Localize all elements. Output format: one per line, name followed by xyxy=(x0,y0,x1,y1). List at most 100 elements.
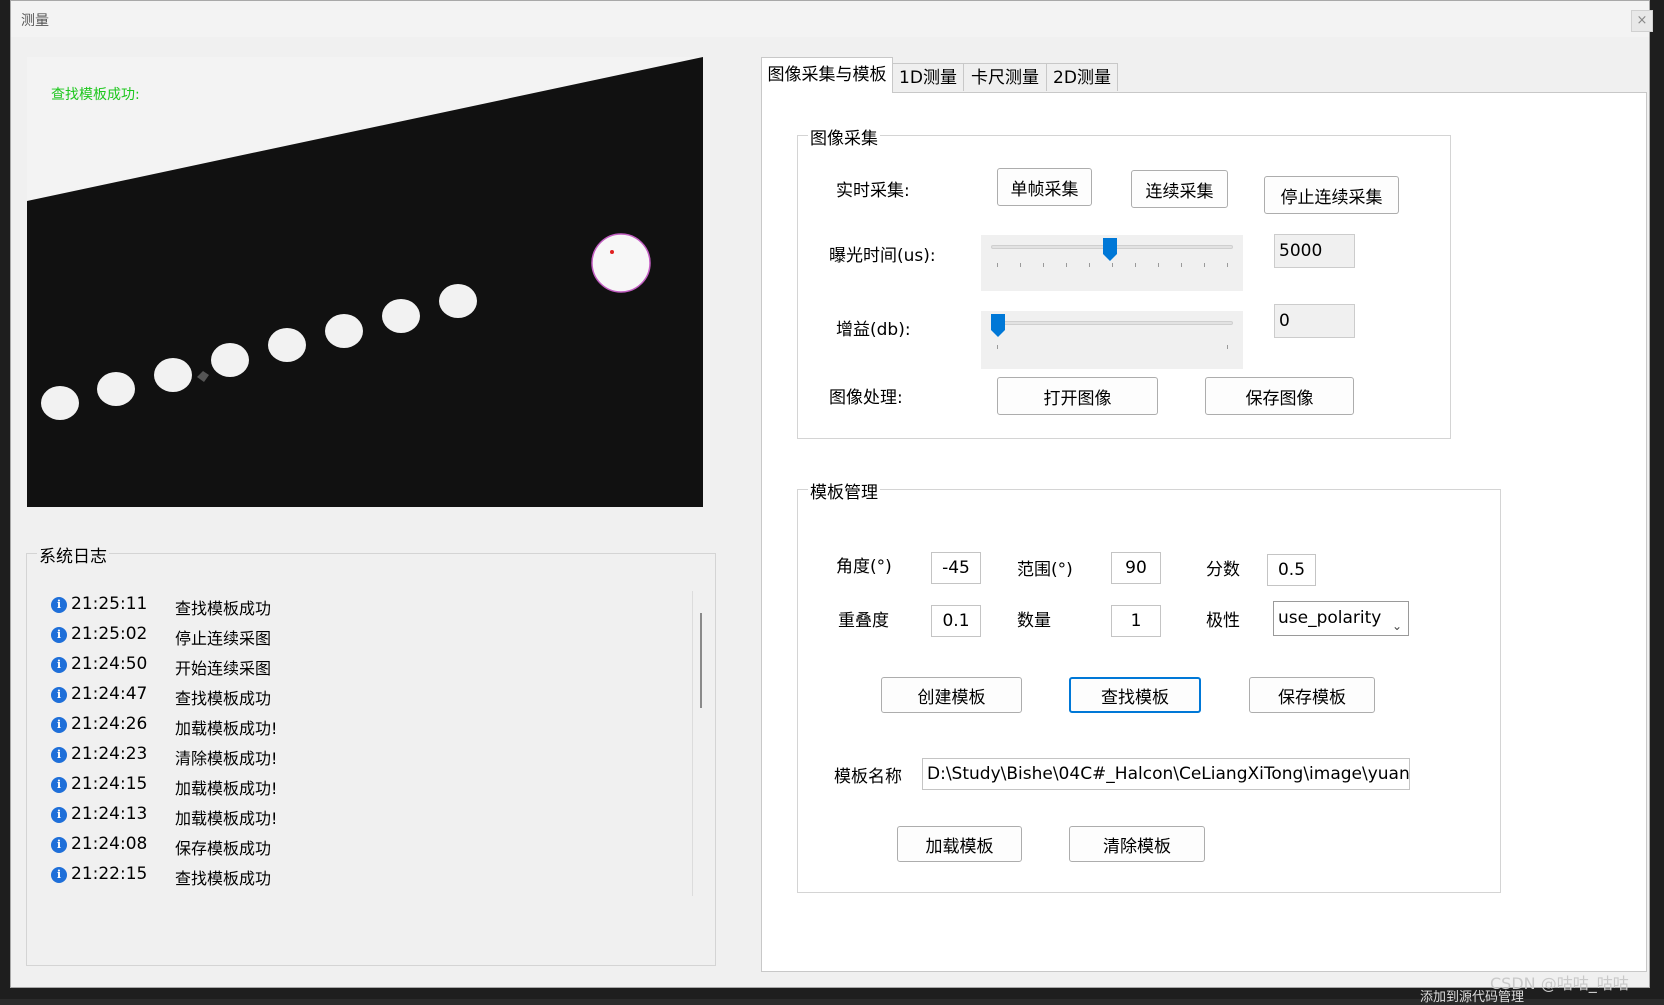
log-scrollbar-thumb[interactable] xyxy=(700,613,702,708)
log-entry-time: 21:24:15 xyxy=(71,774,148,794)
score-field[interactable]: 0.5 xyxy=(1267,554,1316,586)
log-entry-message: 查找模板成功 xyxy=(175,689,272,708)
polarity-label: 极性 xyxy=(1206,611,1240,631)
log-entry[interactable]: i 21:24:23 清除模板成功! xyxy=(51,744,651,774)
tab-2d-measure[interactable]: 2D测量 xyxy=(1046,63,1118,91)
continuous-capture-button[interactable]: 连续采集 xyxy=(1131,170,1228,208)
background-right-edge xyxy=(1648,0,1664,999)
info-icon: i xyxy=(51,627,67,643)
log-entry-time: 21:22:15 xyxy=(71,864,148,884)
match-center-point xyxy=(610,250,614,254)
log-entry-time: 21:25:11 xyxy=(71,594,148,614)
info-icon: i xyxy=(51,687,67,703)
angle-label: 角度(°) xyxy=(836,557,892,577)
log-entry-message: 清除模板成功! xyxy=(175,749,278,768)
measurement-window: 测量 × 查找模板成功: 系统日志 i 21:25:11 查找模板成功 i 21… xyxy=(10,0,1653,988)
count-field[interactable]: 1 xyxy=(1111,605,1161,637)
clear-template-button[interactable]: 清除模板 xyxy=(1069,826,1205,862)
matched-template-circle xyxy=(591,233,651,293)
log-entry[interactable]: i 21:25:11 查找模板成功 xyxy=(51,594,651,624)
system-log-title: 系统日志 xyxy=(37,542,109,567)
log-entry[interactable]: i 21:22:15 查找模板成功 xyxy=(51,864,651,894)
tab-panel-acquisition-template: 图像采集 实时采集: 单帧采集 连续采集 停止连续采集 曝光时间(us): 50… xyxy=(761,92,1647,972)
image-viewer[interactable]: 查找模板成功: xyxy=(27,57,703,507)
log-entry-message: 停止连续采图 xyxy=(175,629,272,648)
template-group-title: 模板管理 xyxy=(808,478,880,503)
exposure-label: 曝光时间(us): xyxy=(829,246,936,266)
tab-caliper-measure[interactable]: 卡尺测量 xyxy=(963,63,1047,91)
log-entry[interactable]: i 21:24:50 开始连续采图 xyxy=(51,654,651,684)
log-entry-time: 21:24:13 xyxy=(71,804,148,824)
info-icon: i xyxy=(51,717,67,733)
image-processing-label: 图像处理: xyxy=(829,388,903,408)
window-title: 测量 xyxy=(21,13,49,29)
exposure-slider[interactable] xyxy=(981,235,1243,291)
log-entry-message: 保存模板成功 xyxy=(175,839,272,858)
log-entry-time: 21:24:26 xyxy=(71,714,148,734)
tab-acquisition-template[interactable]: 图像采集与模板 xyxy=(761,57,893,93)
log-entry[interactable]: i 21:24:47 查找模板成功 xyxy=(51,684,651,714)
exposure-slider-thumb[interactable] xyxy=(1102,238,1117,262)
info-icon: i xyxy=(51,777,67,793)
info-icon: i xyxy=(51,837,67,853)
viewer-status-text: 查找模板成功: xyxy=(51,87,140,103)
log-entry[interactable]: i 21:25:02 停止连续采图 xyxy=(51,624,651,654)
info-icon: i xyxy=(51,867,67,883)
score-label: 分数 xyxy=(1206,560,1240,580)
log-entry-time: 21:24:08 xyxy=(71,834,148,854)
exposure-value-field[interactable]: 5000 xyxy=(1274,234,1355,268)
log-entry-message: 加载模板成功! xyxy=(175,719,278,738)
log-entry-message: 加载模板成功! xyxy=(175,779,278,798)
range-field[interactable]: 90 xyxy=(1111,552,1161,584)
system-log-group: 系统日志 i 21:25:11 查找模板成功 i 21:25:02 停止连续采图 i 21:2… xyxy=(26,542,716,966)
template-name-label: 模板名称 xyxy=(834,767,902,787)
stop-continuous-button[interactable]: 停止连续采集 xyxy=(1264,176,1399,214)
gain-value-field[interactable]: 0 xyxy=(1274,304,1355,338)
template-name-field[interactable]: D:\Study\Bishe\04C#_Halcon\CeLiangXiTong… xyxy=(922,758,1410,790)
template-management-group: 模板管理 角度(°) -45 范围(°) 90 分数 0.5 重叠度 0.1 数… xyxy=(797,478,1501,893)
log-entry-message: 查找模板成功 xyxy=(175,599,272,618)
log-entry-message: 查找模板成功 xyxy=(175,869,272,888)
title-bar: 测量 × xyxy=(11,1,1653,37)
find-template-button[interactable]: 查找模板 xyxy=(1069,677,1201,713)
log-entry[interactable]: i 21:24:15 加载模板成功! xyxy=(51,774,651,804)
log-entry-message: 加载模板成功! xyxy=(175,809,278,828)
log-entry-time: 21:24:23 xyxy=(71,744,148,764)
acquisition-group: 图像采集 实时采集: 单帧采集 连续采集 停止连续采集 曝光时间(us): 50… xyxy=(797,124,1451,439)
csdn-watermark: CSDN @咕咕_咕咕 xyxy=(1490,974,1629,993)
info-icon: i xyxy=(51,747,67,763)
overlap-label: 重叠度 xyxy=(838,611,889,631)
single-frame-button[interactable]: 单帧采集 xyxy=(997,168,1092,206)
background-left-edge xyxy=(0,0,10,999)
load-template-button[interactable]: 加载模板 xyxy=(897,826,1022,862)
log-scroll-track xyxy=(692,591,693,896)
gain-slider[interactable] xyxy=(981,311,1243,369)
log-entry-message: 开始连续采图 xyxy=(175,659,272,678)
tab-1d-measure[interactable]: 1D测量 xyxy=(892,63,964,91)
overlap-field[interactable]: 0.1 xyxy=(931,605,981,637)
info-icon: i xyxy=(51,597,67,613)
realtime-label: 实时采集: xyxy=(836,181,910,201)
background-bottom-edge xyxy=(0,988,1664,999)
gain-slider-thumb[interactable] xyxy=(991,314,1005,338)
log-entry-time: 21:24:47 xyxy=(71,684,148,704)
log-entry[interactable]: i 21:24:13 加载模板成功! xyxy=(51,804,651,834)
close-button[interactable]: × xyxy=(1631,10,1653,32)
info-icon: i xyxy=(51,657,67,673)
log-entry[interactable]: i 21:24:08 保存模板成功 xyxy=(51,834,651,864)
polarity-selected-value: use_polarity xyxy=(1278,608,1382,628)
polarity-select[interactable]: use_polarity ⌄ xyxy=(1273,601,1409,636)
system-log-list[interactable]: i 21:25:11 查找模板成功 i 21:25:02 停止连续采图 i 21:24:50 开… xyxy=(51,594,651,894)
create-template-button[interactable]: 创建模板 xyxy=(881,677,1022,713)
save-template-button[interactable]: 保存模板 xyxy=(1249,677,1375,713)
open-image-button[interactable]: 打开图像 xyxy=(997,377,1158,415)
range-label: 范围(°) xyxy=(1017,560,1073,580)
log-entry-time: 21:24:50 xyxy=(71,654,148,674)
acquisition-group-title: 图像采集 xyxy=(808,124,880,149)
count-label: 数量 xyxy=(1017,611,1051,631)
log-entry[interactable]: i 21:24:26 加载模板成功! xyxy=(51,714,651,744)
gain-label: 增益(db): xyxy=(836,320,911,340)
angle-field[interactable]: -45 xyxy=(931,552,981,584)
camera-image xyxy=(27,57,703,507)
save-image-button[interactable]: 保存图像 xyxy=(1205,377,1354,415)
